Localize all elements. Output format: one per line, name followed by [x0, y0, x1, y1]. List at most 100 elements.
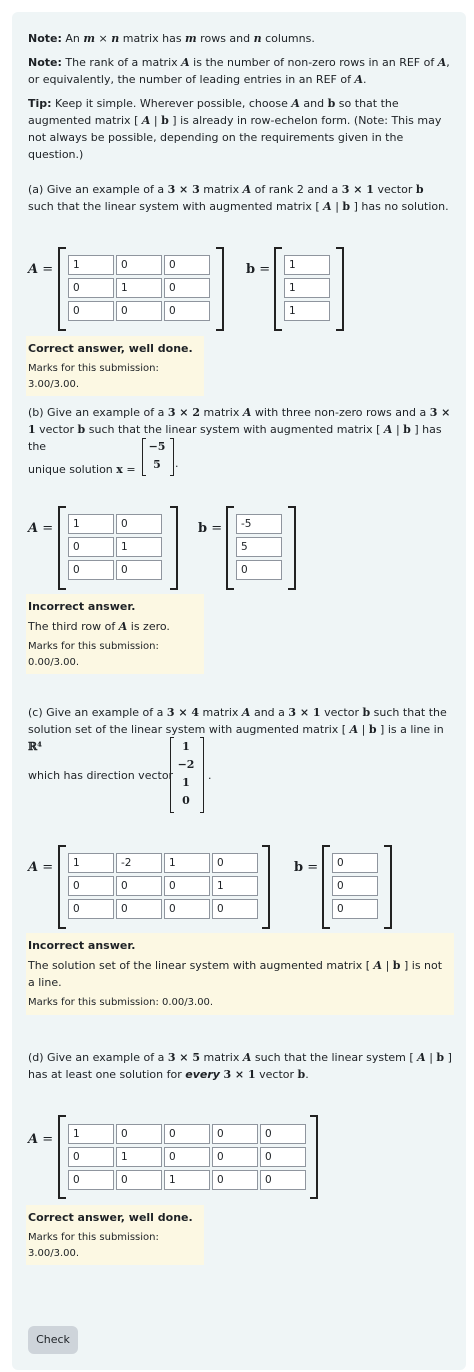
A-label-a: A = [28, 262, 54, 277]
qd-A-cell-r2c5[interactable]: 0 [260, 1147, 306, 1167]
tip: Tip: Keep it simple. Wherever possible, … [28, 97, 442, 162]
b-label-c: b = [294, 860, 319, 875]
qc-b-cell-r2[interactable]: 0 [332, 876, 378, 896]
bracket-right [288, 506, 296, 590]
qd-A-cell-r3c4[interactable]: 0 [212, 1170, 258, 1190]
qd-A-cell-r1c5[interactable]: 0 [260, 1124, 306, 1144]
qb-b-cell-r3[interactable]: 0 [236, 560, 282, 580]
qc-A-cell-r3c3[interactable]: 0 [164, 899, 210, 919]
b-label-b: b = [198, 521, 223, 536]
qc-A-cell-r1c2[interactable]: -2 [116, 853, 162, 873]
qd-A-cell-r3c2[interactable]: 0 [116, 1170, 162, 1190]
qa-b-cell-r3[interactable]: 1 [284, 301, 330, 321]
qb-A-cell-r3c2[interactable]: 0 [116, 560, 162, 580]
qd-A-cell-r2c2[interactable]: 1 [116, 1147, 162, 1167]
qc-b-cell-r1[interactable]: 0 [332, 853, 378, 873]
bracket-left [274, 247, 282, 331]
bracket-right [262, 845, 270, 929]
marks: Marks for this submission: 0.00/3.00. [28, 641, 159, 668]
qa-b-cell-r2[interactable]: 1 [284, 278, 330, 298]
qa-A-cell-r2c1[interactable]: 0 [68, 278, 114, 298]
qc-A-cell-r2c3[interactable]: 0 [164, 876, 210, 896]
marks: Marks for this submission: 3.00/3.00. [28, 1232, 159, 1259]
qa-A-cell-r1c1[interactable]: 1 [68, 255, 114, 275]
qa-A-cell-r3c2[interactable]: 0 [116, 301, 162, 321]
qd-A-cell-r1c1[interactable]: 1 [68, 1124, 114, 1144]
question-d-text: (d) Give an example of a 3 × 5 matrix A … [28, 1051, 452, 1082]
bracket-right [384, 845, 392, 929]
feedback-b: Incorrect answer. The third row of A is … [26, 594, 204, 675]
qc-A-cell-r1c1[interactable]: 1 [68, 853, 114, 873]
qd-A-cell-r1c2[interactable]: 0 [116, 1124, 162, 1144]
question-b-text: (b) Give an example of a 3 × 2 matrix A … [28, 406, 451, 477]
qc-A-cell-r2c2[interactable]: 0 [116, 876, 162, 896]
question-c-text: (c) Give an example of a 3 × 4 matrix A … [28, 706, 447, 754]
qb-b-cell-r1[interactable]: -5 [236, 514, 282, 534]
qa-A-cell-r1c2[interactable]: 0 [116, 255, 162, 275]
qb-A-cell-r1c2[interactable]: 0 [116, 514, 162, 534]
direction-label: which has direction vector [28, 769, 174, 782]
A-label-c: A = [28, 860, 54, 875]
bracket-left [226, 506, 234, 590]
feedback-d: Correct answer, well done. Marks for thi… [26, 1205, 204, 1266]
qc-A-cell-r2c4[interactable]: 1 [212, 876, 258, 896]
qa-A-cell-r3c1[interactable]: 0 [68, 301, 114, 321]
qd-A-cell-r3c3[interactable]: 1 [164, 1170, 210, 1190]
qd-A-cell-r1c3[interactable]: 0 [164, 1124, 210, 1144]
feedback-a: Correct answer, well done. Marks for thi… [26, 336, 204, 397]
qc-A-cell-r2c1[interactable]: 0 [68, 876, 114, 896]
qb-A-cell-r1c1[interactable]: 1 [68, 514, 114, 534]
bracket-left [58, 1115, 66, 1199]
qa-b-cell-r1[interactable]: 1 [284, 255, 330, 275]
qb-A-cell-r3c1[interactable]: 0 [68, 560, 114, 580]
A-label-b: A = [28, 521, 54, 536]
direction-vector: 1 −2 1 0 [170, 737, 206, 813]
period: . [208, 769, 212, 782]
feedback-c: Incorrect answer. The solution set of th… [26, 933, 454, 1015]
qa-A-cell-r1c3[interactable]: 0 [164, 255, 210, 275]
solution-vector: −5 5 [142, 438, 176, 476]
bracket-right [170, 506, 178, 590]
feedback-heading: Correct answer, well done. [28, 342, 193, 355]
qd-A-cell-r1c4[interactable]: 0 [212, 1124, 258, 1144]
qd-A-cell-r2c1[interactable]: 0 [68, 1147, 114, 1167]
check-button[interactable]: Check [28, 1326, 78, 1354]
qc-A-cell-r3c1[interactable]: 0 [68, 899, 114, 919]
qa-A-cell-r2c3[interactable]: 0 [164, 278, 210, 298]
intro: Note: An m × n matrix has m rows and n c… [28, 30, 452, 163]
marks: Marks for this submission: 0.00/3.00. [28, 997, 214, 1009]
qb-A-cell-r2c1[interactable]: 0 [68, 537, 114, 557]
qd-A-cell-r3c1[interactable]: 0 [68, 1170, 114, 1190]
A-label-d: A = [28, 1132, 54, 1147]
note-2: Note: The rank of a matrix A is the numb… [28, 56, 450, 87]
note-1: Note: An m × n matrix has m rows and n c… [28, 32, 315, 45]
qb-A-cell-r2c2[interactable]: 1 [116, 537, 162, 557]
qc-A-cell-r1c4[interactable]: 0 [212, 853, 258, 873]
qd-A-cell-r3c5[interactable]: 0 [260, 1170, 306, 1190]
qc-A-cell-r3c2[interactable]: 0 [116, 899, 162, 919]
qc-A-cell-r3c4[interactable]: 0 [212, 899, 258, 919]
bracket-right [310, 1115, 318, 1199]
bracket-right [336, 247, 344, 331]
marks: Marks for this submission: 3.00/3.00. [28, 363, 159, 390]
bracket-left [58, 845, 66, 929]
qd-A-cell-r2c3[interactable]: 0 [164, 1147, 210, 1167]
feedback-text: The third row of A is zero. [28, 620, 170, 634]
bracket-left [58, 247, 66, 331]
bracket-right [216, 247, 224, 331]
period: . [175, 457, 179, 470]
qa-A-cell-r2c2[interactable]: 1 [116, 278, 162, 298]
feedback-heading: Incorrect answer. [28, 939, 136, 952]
feedback-heading: Correct answer, well done. [28, 1211, 193, 1224]
qd-A-cell-r2c4[interactable]: 0 [212, 1147, 258, 1167]
question-a-text: (a) Give an example of a 3 × 3 matrix A … [28, 183, 449, 214]
feedback-text: The solution set of the linear system wi… [28, 959, 443, 990]
qb-b-cell-r2[interactable]: 5 [236, 537, 282, 557]
feedback-heading: Incorrect answer. [28, 600, 136, 613]
qc-b-cell-r3[interactable]: 0 [332, 899, 378, 919]
bracket-left [322, 845, 330, 929]
b-label-a: b = [246, 262, 271, 277]
qc-A-cell-r1c3[interactable]: 1 [164, 853, 210, 873]
bracket-left [58, 506, 66, 590]
qa-A-cell-r3c3[interactable]: 0 [164, 301, 210, 321]
